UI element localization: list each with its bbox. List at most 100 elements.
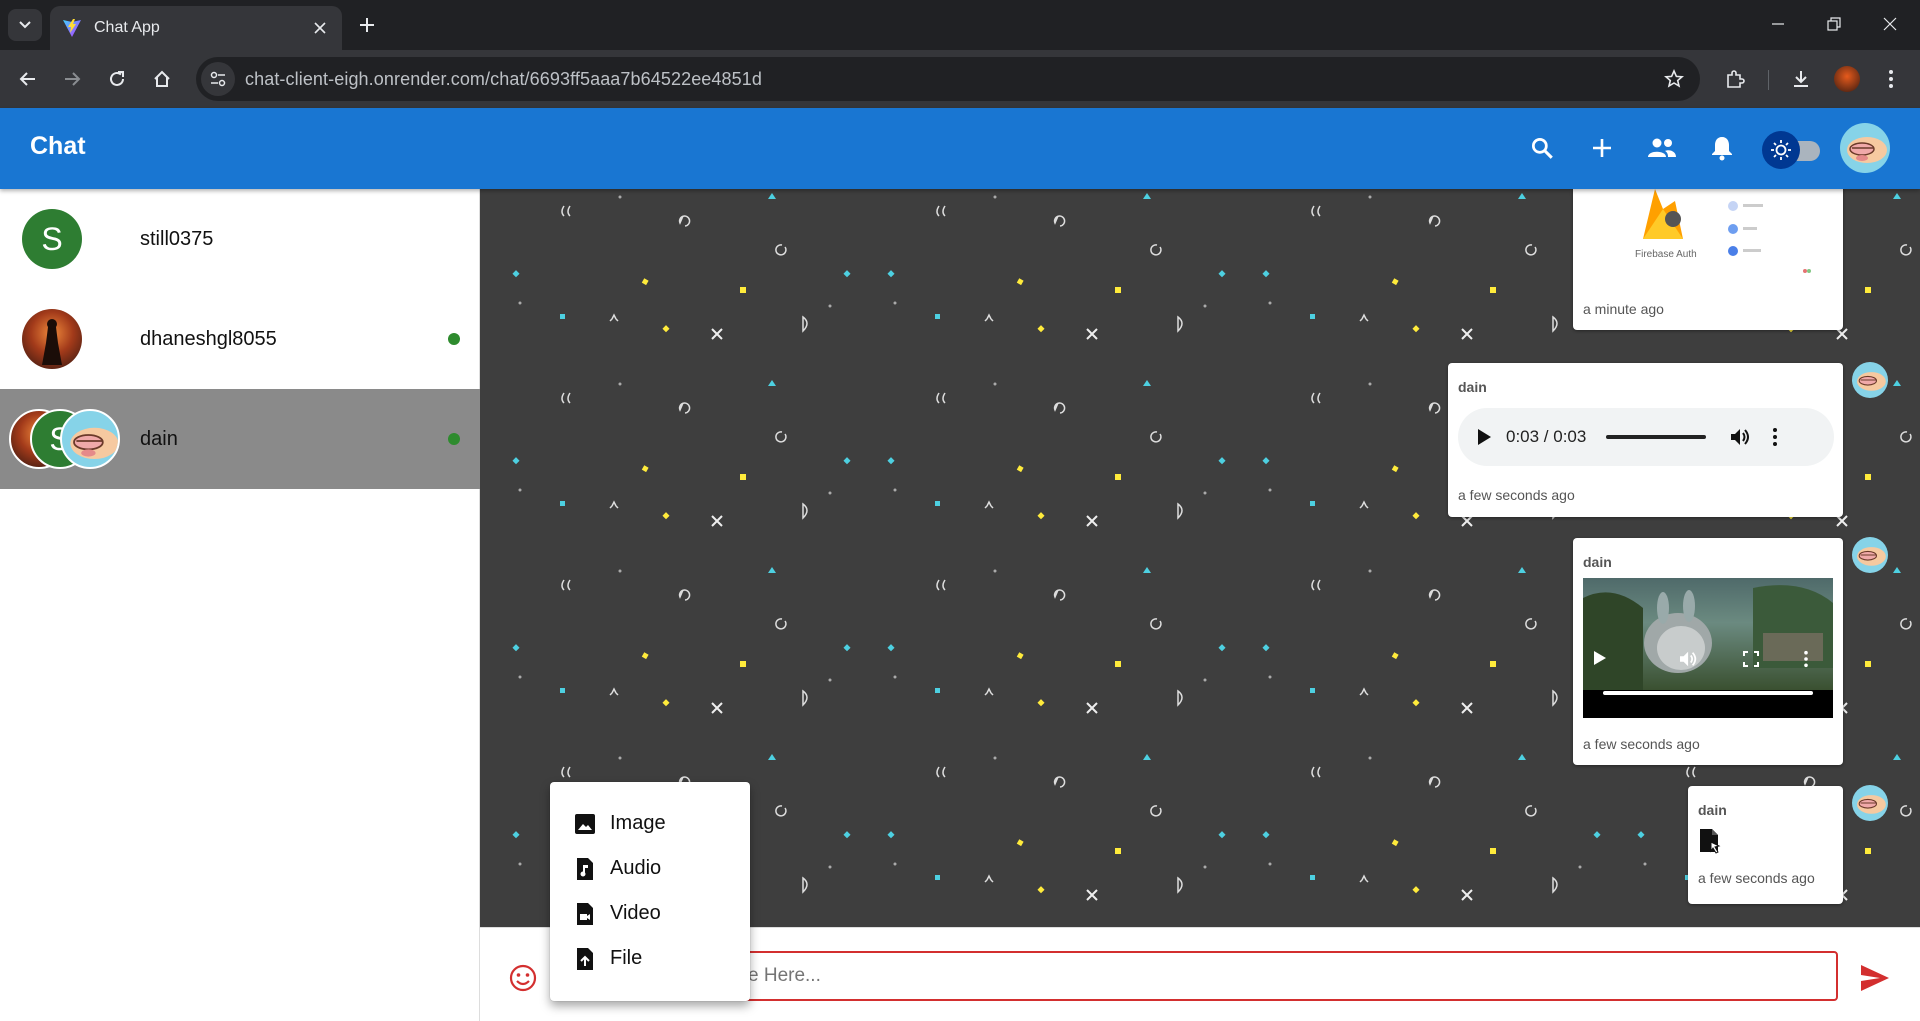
downloads-button[interactable] [1782,60,1820,98]
arrow-right-icon [65,72,81,86]
close-window-button[interactable] [1862,0,1918,48]
audio-time: 0:03 / 0:03 [1506,427,1587,446]
plus-icon [360,18,374,32]
conversation-name: dhaneshgl8055 [140,327,277,350]
avatar [22,309,82,369]
message-image[interactable]: Firebase Auth [1583,189,1833,284]
video-player[interactable] [1583,578,1833,718]
online-indicator [448,333,460,345]
video-progress-bar[interactable] [1603,691,1813,695]
more-vert-icon[interactable] [1803,650,1809,668]
toolbar-separator [1768,70,1769,90]
message-bubble[interactable]: Firebase Auth a minute ago [1573,189,1843,330]
conversation-item[interactable]: dhaneshgl8055 [0,289,480,389]
theme-toggle[interactable] [1762,131,1822,169]
volume-icon[interactable] [1679,650,1699,668]
tab-title: Chat App [94,19,160,36]
bookmark-button[interactable] [1654,59,1694,99]
browser-menu-button[interactable] [1872,60,1910,98]
message-timestamp: a few seconds ago [1698,870,1815,886]
attachment-menu: Image Audio Video File [550,782,750,1001]
message-timestamp: a few seconds ago [1583,736,1700,752]
message-input[interactable] [738,951,1838,1001]
close-tab-icon[interactable] [310,18,330,38]
bell-icon [1712,137,1732,161]
upload-file-icon [577,947,593,970]
online-indicator [448,433,460,445]
menu-item-audio[interactable]: Audio [550,846,750,891]
play-icon[interactable] [1593,650,1607,666]
browser-tab[interactable]: Chat App [50,6,342,50]
conversation-name: dain [140,427,178,450]
menu-item-label: Video [610,902,661,924]
vite-logo-icon [63,19,81,37]
tab-search-button[interactable] [8,9,42,41]
search-button[interactable] [1522,128,1562,168]
message-bubble[interactable]: dain 0:03 / 0:03 a few seconds ago [1448,363,1843,517]
message-avatar [1852,362,1888,398]
reload-icon [110,71,124,86]
new-chat-button[interactable] [1582,128,1622,168]
emoji-icon[interactable] [508,963,538,993]
browser-toolbar: chat-client-eigh.onrender.com/chat/6693f… [0,50,1920,108]
volume-icon[interactable] [1730,427,1752,447]
send-icon[interactable] [1858,961,1892,995]
group-button[interactable] [1642,128,1682,168]
conversation-list: S still0375 dhaneshgl8055 S dain [0,189,480,1021]
image-caption: Firebase Auth [1635,249,1697,260]
more-vert-icon [1889,70,1893,88]
chevron-down-icon [19,21,31,29]
video-frame [1583,578,1833,690]
browser-tabstrip: Chat App [0,0,1920,50]
download-icon [1794,71,1808,87]
message-avatar [1852,537,1888,573]
file-icon[interactable] [1698,828,1722,854]
message-sender: dain [1458,379,1487,395]
conversation-item[interactable]: S still0375 [0,189,480,289]
new-tab-button[interactable] [352,10,382,40]
video-file-icon [577,902,593,925]
audio-file-icon [577,857,593,880]
restore-icon [1827,17,1841,31]
more-vert-icon[interactable] [1772,427,1778,447]
play-icon[interactable] [1476,428,1492,446]
fullscreen-icon[interactable] [1743,651,1759,667]
menu-item-label: Image [610,812,666,834]
back-button[interactable] [9,60,47,98]
avatar-illustration [1847,137,1887,163]
site-info-button[interactable] [201,62,235,96]
user-avatar[interactable] [1840,123,1890,173]
message-sender: dain [1698,802,1727,818]
reload-button[interactable] [98,60,136,98]
message-bubble[interactable]: dain a few seconds ago [1688,786,1843,904]
extensions-button[interactable] [1716,60,1754,98]
menu-item-label: File [610,947,643,969]
tune-icon [210,71,226,87]
firebase-screenshot-image: Firebase Auth [1635,189,1811,273]
menu-item-file[interactable]: File [550,936,750,981]
menu-item-video[interactable]: Video [550,891,750,936]
notifications-button[interactable] [1702,128,1742,168]
image-icon [575,813,595,834]
conversation-item[interactable]: S dain [0,389,480,489]
message-timestamp: a minute ago [1583,301,1664,317]
minimize-window-button[interactable] [1750,0,1806,48]
app-title[interactable]: Chat [30,132,86,161]
browser-profile-avatar[interactable] [1834,66,1860,92]
minimize-icon [1772,23,1784,25]
arrow-left-icon [19,72,35,86]
app-header: Chat [0,108,1920,189]
puzzle-icon [1727,70,1745,88]
avatar: S [22,209,82,269]
forward-button[interactable] [53,60,91,98]
home-button[interactable] [143,60,181,98]
home-icon [154,70,170,87]
audio-player[interactable]: 0:03 / 0:03 [1458,408,1834,466]
message-bubble[interactable]: dain a few seconds ago [1573,538,1843,765]
add-icon [1593,139,1611,157]
group-icon [1648,138,1676,157]
audio-progress-bar[interactable] [1606,435,1707,439]
menu-item-image[interactable]: Image [550,801,750,846]
restore-window-button[interactable] [1806,0,1862,48]
address-bar[interactable]: chat-client-eigh.onrender.com/chat/6693f… [196,57,1700,101]
